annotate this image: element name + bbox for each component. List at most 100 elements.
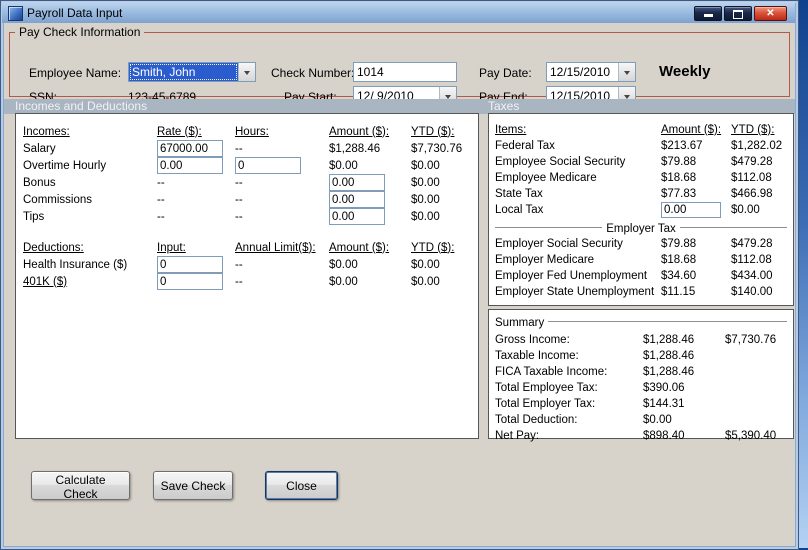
tax-row: Federal Tax $213.67 $1,282.02 [495,138,787,154]
income-column-header: Incomes: [23,125,70,138]
app-icon [8,6,23,21]
summary-legend-row: Summary [495,315,787,330]
employer-tax-header: Employer Tax [606,222,676,235]
check-number-input[interactable] [353,62,457,82]
employee-name-value: Smith, John [129,63,238,81]
tax-row: Local Tax $0.00 [495,202,787,218]
save-check-button[interactable]: Save Check [153,471,233,500]
summary-row: Total Employer Tax: $144.31 [495,396,787,412]
paycheck-information-group: Pay Check Information Employee Name: Smi… [9,25,790,106]
tax-row-label: Employee Social Security [495,156,626,168]
deduction-row-label[interactable]: 401K ($) [23,276,157,288]
income-value: $0.00 [411,193,440,206]
tax-column-header: Items: [495,124,527,136]
minimize-button[interactable] [694,6,722,21]
chevron-down-icon [244,71,250,78]
income-value: -- [235,210,243,223]
employer-tax-value: $434.00 [731,270,773,282]
deduction-row: Health Insurance ($) -- $0.00 $0.00 [23,256,471,273]
paycheck-information-legend: Pay Check Information [19,25,141,39]
deduction-value: $0.00 [411,275,440,288]
taxes-panel: Items: Amount ($): YTD ($): Federal Tax $213… [488,113,794,306]
pay-date-dropdown-button[interactable] [618,63,635,81]
income-input[interactable] [329,191,385,208]
tax-column-header: Amount ($): [661,124,722,136]
close-dialog-button[interactable]: Close [265,471,338,500]
deduction-value: $0.00 [329,275,358,288]
summary-label: Net Pay: [495,430,540,442]
income-input[interactable] [157,140,223,157]
income-input[interactable] [157,157,223,174]
income-value: -- [157,210,165,223]
deduction-input[interactable] [157,256,223,273]
income-row-label: Salary [23,142,56,155]
employer-tax-row: Employer Fed Unemployment $34.60 $434.00 [495,268,787,284]
pay-date-label: Pay Date: [479,66,532,80]
deduction-input[interactable] [157,273,223,290]
tax-value: $213.67 [661,140,703,152]
income-value: -- [235,193,243,206]
maximize-icon [733,9,743,19]
deduction-column-header: YTD ($): [411,241,455,254]
summary-amount: $390.06 [643,382,685,394]
tax-row-label: State Tax [495,188,543,200]
tax-value: $77.83 [661,188,697,200]
employer-tax-row: Employer Medicare $18.68 $112.08 [495,252,787,268]
tax-value: $112.08 [731,172,772,184]
tax-value: $466.98 [731,188,773,200]
deduction-header-row: Deductions: Input: Annual Limit($): Amount … [23,239,471,256]
employee-name-combobox[interactable]: Smith, John [128,62,256,82]
tax-input[interactable] [661,202,721,218]
deduction-row: 401K ($) -- $0.00 $0.00 [23,273,471,290]
employee-name-dropdown-button[interactable] [238,63,255,81]
income-input[interactable] [329,174,385,191]
employer-tax-row: Employer Social Security $79.88 $479.28 [495,236,787,252]
income-column-header: Rate ($): [157,125,202,138]
employer-tax-row-label: Employer Fed Unemployment [495,270,648,282]
employer-tax-divider: Employer Tax [495,221,787,236]
income-row: Tips -- -- $0.00 [23,208,471,225]
tax-row-label: Local Tax [495,204,544,216]
income-value: -- [157,193,165,206]
tax-value: $18.68 [661,172,697,184]
close-button[interactable] [754,6,787,21]
tax-row-label: Employee Medicare [495,172,597,184]
income-header-row: Incomes: Rate ($): Hours: Amount ($): YTD ($… [23,123,471,140]
tax-value: $0.00 [731,204,760,216]
income-row: Commissions -- -- $0.00 [23,191,471,208]
deduction-column-header: Annual Limit($): [235,241,316,254]
income-row: Bonus -- -- $0.00 [23,174,471,191]
employee-tax-table: Items: Amount ($): YTD ($): Federal Tax $213… [495,122,787,218]
employer-tax-row-label: Employer State Unemployment [495,286,655,298]
employer-tax-value: $479.28 [731,238,773,250]
pay-date-datepicker[interactable]: 12/15/2010 [546,62,636,82]
window-controls [694,6,787,21]
maximize-button[interactable] [724,6,752,21]
income-value: $7,730.76 [411,142,463,155]
titlebar[interactable]: Payroll Data Input [2,2,795,23]
summary-row: Total Employee Tax: $390.06 [495,380,787,396]
income-input[interactable] [235,157,301,174]
pay-date-value: 12/15/2010 [550,65,611,79]
divider-line [679,226,787,231]
income-row-label: Bonus [23,176,56,189]
income-value: $0.00 [411,159,440,172]
income-value: -- [235,142,243,155]
tax-header-row: Items: Amount ($): YTD ($): [495,122,787,138]
income-input[interactable] [329,208,385,225]
employer-tax-row-label: Employer Medicare [495,254,595,266]
tax-row: Employee Medicare $18.68 $112.08 [495,170,787,186]
summary-label: Taxable Income: [495,350,579,362]
tax-row-label: Federal Tax [495,140,555,152]
deduction-value: -- [235,258,243,271]
employer-tax-value: $140.00 [731,286,773,298]
summary-label: Total Deduction: [495,414,578,426]
summary-row: Total Deduction: $0.00 [495,412,787,428]
incomes-section-header: Incomes and Deductions [15,99,148,113]
calculate-check-button[interactable]: Calculate Check [31,471,130,501]
income-value: $0.00 [329,159,358,172]
income-column-header: Amount ($): [329,125,390,138]
summary-panel: Summary Gross Income: $1,288.46 $7,730.76 T… [488,309,794,442]
employer-tax-value: $79.88 [661,238,697,250]
tax-value: $1,282.02 [731,140,783,152]
